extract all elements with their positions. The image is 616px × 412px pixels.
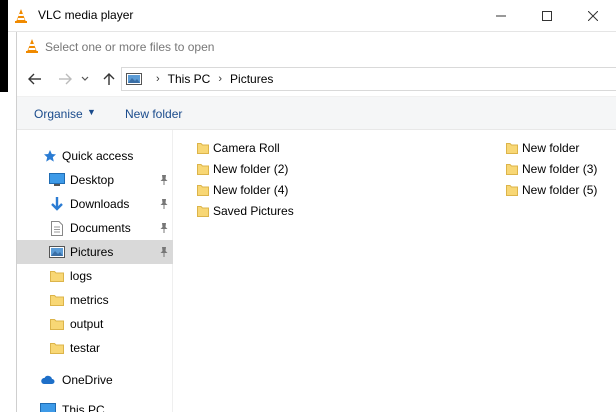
list-item-label: Saved Pictures [213, 204, 294, 218]
folder-icon [49, 292, 65, 308]
navigation-pane: Quick access Desktop Downloads Documents… [17, 130, 173, 412]
folder-icon [49, 316, 65, 332]
computer-icon [40, 402, 56, 412]
sidebar-item-downloads[interactable]: Downloads [17, 192, 173, 216]
sidebar-item-onedrive[interactable]: OneDrive [17, 368, 173, 392]
vlc-cone-icon [14, 8, 28, 24]
window-title: VLC media player [38, 8, 134, 22]
sidebar-item-label: Downloads [70, 197, 130, 211]
folder-icon [506, 185, 518, 196]
sidebar-item-label: output [70, 317, 104, 331]
pictures-icon [49, 244, 65, 260]
pin-icon[interactable] [159, 222, 169, 234]
star-icon [42, 148, 58, 164]
sidebar-item-testar[interactable]: testar [17, 336, 173, 360]
caret-down-icon[interactable]: ▼ [87, 107, 96, 117]
maximize-icon[interactable] [524, 0, 570, 32]
sidebar-item-label: metrics [70, 293, 109, 307]
folder-icon [49, 340, 65, 356]
minimize-icon[interactable] [478, 0, 524, 32]
pin-icon[interactable] [159, 246, 169, 258]
list-item[interactable]: New folder (2) [197, 159, 288, 179]
sidebar-item-documents[interactable]: Documents [17, 216, 173, 240]
list-item[interactable]: Saved Pictures [197, 201, 294, 221]
sidebar-item-label: logs [70, 269, 93, 283]
cloud-icon [40, 372, 56, 388]
chevron-down-icon[interactable] [79, 70, 91, 88]
pictures-icon [126, 73, 142, 85]
pin-icon[interactable] [159, 174, 169, 186]
folder-icon [506, 143, 518, 154]
sidebar-item-label: Desktop [70, 173, 115, 187]
desktop-icon [49, 172, 65, 188]
pin-icon[interactable] [159, 198, 169, 210]
folder-icon [49, 268, 65, 284]
sidebar-item-label: testar [70, 341, 101, 355]
list-item[interactable]: New folder (5) [506, 180, 597, 200]
organise-button[interactable]: Organise [34, 107, 83, 121]
dialog-title: Select one or more files to open [45, 40, 215, 54]
sidebar-item-label: Documents [70, 221, 131, 235]
download-icon [49, 196, 65, 212]
list-item[interactable]: New folder (4) [197, 180, 288, 200]
breadcrumb-pictures[interactable]: Pictures [230, 72, 273, 86]
folder-icon [197, 185, 209, 196]
up-arrow-icon[interactable] [99, 70, 119, 88]
sidebar-item-label: OneDrive [62, 373, 113, 387]
list-item-label: New folder [522, 141, 580, 155]
sidebar-item-quick-access[interactable]: Quick access [17, 144, 173, 168]
folder-icon [197, 164, 209, 175]
navigation-bar: › This PC › Pictures [17, 62, 616, 96]
sidebar-item-metrics[interactable]: metrics [17, 288, 173, 312]
vlc-cone-icon [25, 38, 39, 54]
folder-icon [197, 206, 209, 217]
list-item-label: Camera Roll [213, 141, 280, 155]
folder-icon [506, 164, 518, 175]
sidebar-item-label: Pictures [70, 245, 114, 259]
toolbar: Organise ▼ New folder [17, 96, 616, 130]
sidebar-item-desktop[interactable]: Desktop [17, 168, 173, 192]
documents-icon [49, 220, 65, 236]
list-item-label: New folder (3) [522, 162, 598, 176]
address-bar[interactable]: › This PC › Pictures [121, 67, 616, 91]
close-icon[interactable] [570, 0, 616, 32]
folder-icon [197, 143, 209, 154]
breadcrumb-this-pc[interactable]: This PC [168, 72, 211, 86]
breadcrumb-chevron-icon: › [156, 73, 160, 85]
back-arrow-icon[interactable] [25, 70, 45, 88]
open-file-dialog: Select one or more files to open › This … [16, 32, 616, 412]
new-folder-button[interactable]: New folder [125, 107, 182, 121]
sidebar-item-pictures[interactable]: Pictures [17, 240, 173, 264]
sidebar-item-logs[interactable]: logs [17, 264, 173, 288]
list-item-label: New folder (5) [522, 183, 598, 197]
vlc-titlebar: VLC media player [8, 0, 616, 32]
list-item[interactable]: New folder (3) [506, 159, 597, 179]
list-item[interactable]: Camera Roll [197, 138, 280, 158]
list-item[interactable]: New folder [506, 138, 579, 158]
forward-arrow-icon[interactable] [55, 70, 75, 88]
sidebar-item-output[interactable]: output [17, 312, 173, 336]
sidebar-item-this-pc[interactable]: This PC [17, 398, 173, 412]
dialog-titlebar: Select one or more files to open [17, 32, 616, 62]
breadcrumb-chevron-icon[interactable]: › [218, 73, 222, 85]
sidebar-item-label: Quick access [62, 149, 134, 163]
list-item-label: New folder (4) [213, 183, 289, 197]
sidebar-item-label: This PC [62, 403, 105, 412]
list-item-label: New folder (2) [213, 162, 289, 176]
file-list: Camera Roll New folder (2) New folder (4… [174, 130, 616, 412]
